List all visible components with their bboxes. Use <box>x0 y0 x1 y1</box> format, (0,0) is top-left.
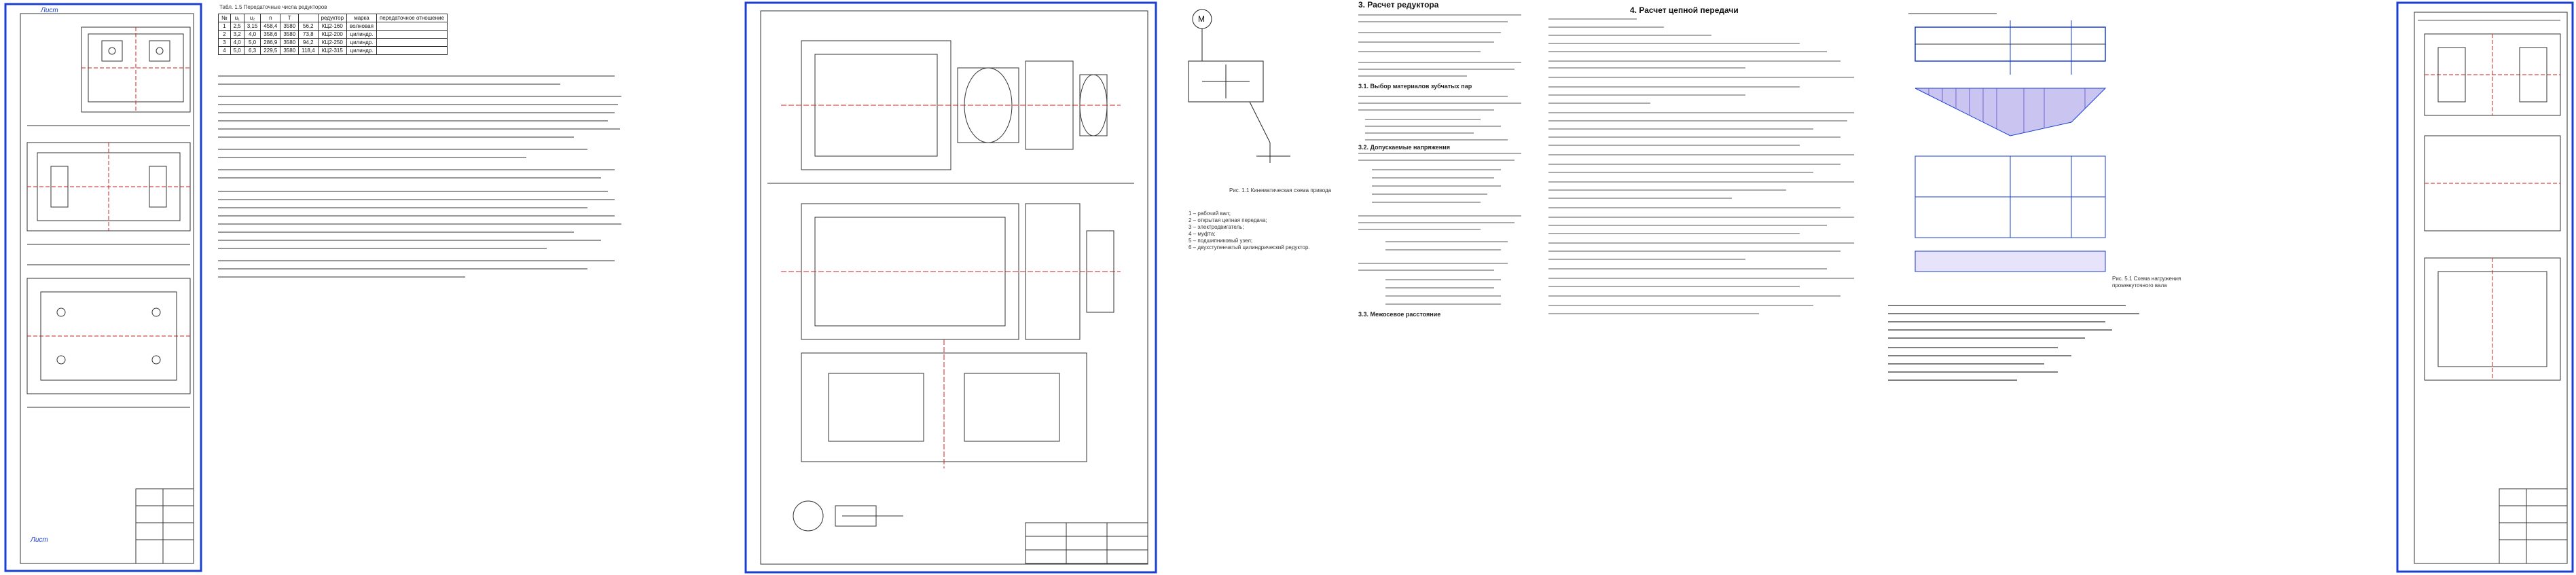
drawing-sheet-2 <box>740 0 1161 575</box>
stamp-label-top: Лист <box>41 7 58 14</box>
frame-drawing-1 <box>4 3 202 572</box>
subsection-33-title: 3.3. Межосевое расстояние <box>1358 311 1441 318</box>
subsection-31-title: 3.1. Выбор материалов зубчатых пар <box>1358 83 1472 90</box>
text-lines-page5 <box>1548 18 1854 314</box>
drawing-sheet-3 <box>2262 0 2576 575</box>
kinematic-scheme: M <box>1188 9 1521 305</box>
stamp-label-bottom: Лист <box>31 536 48 544</box>
svg-text:M: M <box>1198 14 1205 24</box>
figure-caption-kinematic: Рис. 1.1 Кинематическая схема привода <box>1229 187 1332 193</box>
text-page-section4: 4. Расчет цепной передачи <box>1542 0 1868 575</box>
frame-drawing-3 <box>2396 1 2574 573</box>
text-page-section3: 3. Расчет редуктора M Рис. 1.1 Кинематич… <box>1182 0 1528 575</box>
legend-item: 4 – муфта; <box>1189 231 1216 237</box>
figure-caption-loading: Рис. 5.1 Схема нагружения промежуточного… <box>2112 276 2181 289</box>
drawing-sheet-1: Лист Лист <box>0 0 204 575</box>
legend-item: 2 – открытая цепная передача; <box>1189 217 1267 223</box>
text-page-loading-scheme: Рис. 5.1 Схема нагружения промежуточного… <box>1881 0 2221 575</box>
legend-item: 6 – двухступенчатый цилиндрический редук… <box>1189 244 1310 251</box>
text-page-table: Табл. 1.5 Передаточные числа редукторов … <box>207 0 737 575</box>
frame-drawing-2 <box>744 1 1157 574</box>
legend-item: 1 – рабочий вал; <box>1189 210 1231 217</box>
text-lines-page2 <box>218 75 621 278</box>
legend-item: 3 – электродвигатель; <box>1189 224 1244 230</box>
legend-item: 5 – подшипниковый узел; <box>1189 238 1253 244</box>
subsection-32-title: 3.2. Допускаемые напряжения <box>1358 144 1450 151</box>
